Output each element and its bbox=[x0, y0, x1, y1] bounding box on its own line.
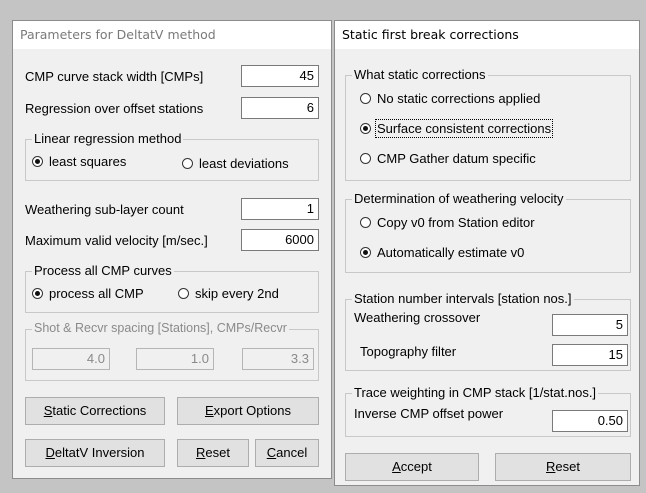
weathering-velocity-group: Determination of weathering velocity Cop… bbox=[345, 191, 631, 273]
radio-selected-icon bbox=[360, 247, 371, 258]
reset-button[interactable]: Reset bbox=[495, 453, 631, 481]
least-deviations-radio[interactable]: least deviations bbox=[182, 155, 289, 173]
deltatv-parameters-dialog: Parameters for DeltatV method CMP curve … bbox=[12, 20, 332, 479]
surface-consistent-label: Surface consistent corrections bbox=[374, 119, 554, 138]
trace-weighting-legend: Trace weighting in CMP stack [1/stat.nos… bbox=[352, 385, 599, 400]
least-squares-label: least squares bbox=[49, 154, 127, 169]
topography-filter-field[interactable]: 15 bbox=[552, 344, 628, 366]
regression-method-group: Linear regression method least squares l… bbox=[25, 131, 319, 181]
cmp-stack-width-field[interactable]: 45 bbox=[241, 65, 319, 87]
no-static-radio[interactable]: No static corrections applied bbox=[360, 90, 540, 108]
process-all-cmp-label: process all CMP bbox=[49, 286, 144, 301]
process-all-cmp-radio[interactable]: process all CMP bbox=[32, 285, 144, 303]
deltatv-inversion-button[interactable]: DeltatV Inversion bbox=[25, 439, 165, 467]
sublayer-count-label: Weathering sub-layer count bbox=[25, 202, 184, 217]
process-curves-group: Process all CMP curves process all CMP s… bbox=[25, 263, 319, 313]
regression-method-legend: Linear regression method bbox=[32, 131, 184, 146]
regression-offset-label: Regression over offset stations bbox=[25, 101, 204, 116]
radio-empty-icon bbox=[360, 217, 371, 228]
max-velocity-field[interactable]: 6000 bbox=[241, 229, 319, 251]
inverse-offset-power-label: Inverse CMP offset power bbox=[354, 406, 504, 421]
radio-empty-icon bbox=[360, 93, 371, 104]
process-curves-legend: Process all CMP curves bbox=[32, 263, 174, 278]
cmps-per-recvr-field: 3.3 bbox=[242, 348, 314, 370]
weathering-velocity-legend: Determination of weathering velocity bbox=[352, 191, 566, 206]
sublayer-count-field[interactable]: 1 bbox=[241, 198, 319, 220]
cmp-datum-radio[interactable]: CMP Gather datum specific bbox=[360, 150, 536, 168]
cmp-datum-label: CMP Gather datum specific bbox=[377, 151, 536, 166]
no-static-label: No static corrections applied bbox=[377, 91, 541, 106]
auto-estimate-v0-radio[interactable]: Automatically estimate v0 bbox=[360, 244, 524, 262]
spacing-legend: Shot & Recvr spacing [Stations], CMPs/Re… bbox=[32, 321, 289, 335]
static-corrections-dialog: Static first break corrections What stat… bbox=[334, 20, 640, 486]
what-static-group: What static corrections No static correc… bbox=[345, 67, 631, 181]
station-intervals-legend: Station number intervals [station nos.] bbox=[352, 291, 574, 306]
cmp-stack-width-label: CMP curve stack width [CMPs] bbox=[25, 69, 204, 84]
shot-spacing-field: 4.0 bbox=[32, 348, 110, 370]
max-velocity-label: Maximum valid velocity [m/sec.] bbox=[25, 233, 208, 248]
station-intervals-group: Station number intervals [station nos.] … bbox=[345, 291, 631, 371]
dialog-title: Parameters for DeltatV method bbox=[13, 21, 331, 49]
what-static-legend: What static corrections bbox=[352, 67, 488, 82]
radio-selected-icon bbox=[32, 288, 43, 299]
skip-every-2nd-radio[interactable]: skip every 2nd bbox=[178, 285, 279, 303]
accept-button[interactable]: Accept bbox=[345, 453, 479, 481]
least-squares-radio[interactable]: least squares bbox=[32, 153, 126, 171]
radio-selected-icon bbox=[32, 156, 43, 167]
least-deviations-label: least deviations bbox=[199, 156, 289, 171]
surface-consistent-radio[interactable]: Surface consistent corrections bbox=[360, 119, 554, 138]
auto-estimate-v0-label: Automatically estimate v0 bbox=[377, 245, 525, 260]
dialog-title: Static first break corrections bbox=[335, 21, 639, 49]
inverse-offset-power-field[interactable]: 0.50 bbox=[552, 410, 628, 432]
radio-selected-icon bbox=[360, 123, 371, 134]
spacing-group: Shot & Recvr spacing [Stations], CMPs/Re… bbox=[25, 321, 319, 381]
reset-button[interactable]: Reset bbox=[177, 439, 249, 467]
recvr-spacing-field: 1.0 bbox=[136, 348, 214, 370]
radio-empty-icon bbox=[182, 158, 193, 169]
regression-offset-field[interactable]: 6 bbox=[241, 97, 319, 119]
cancel-button[interactable]: Cancel bbox=[255, 439, 319, 467]
radio-empty-icon bbox=[360, 153, 371, 164]
copy-v0-radio[interactable]: Copy v0 from Station editor bbox=[360, 214, 535, 232]
radio-empty-icon bbox=[178, 288, 189, 299]
weathering-crossover-label: Weathering crossover bbox=[354, 310, 481, 325]
copy-v0-label: Copy v0 from Station editor bbox=[377, 215, 535, 230]
topography-filter-label: Topography filter bbox=[360, 344, 457, 359]
export-options-button[interactable]: Export Options bbox=[177, 397, 319, 425]
trace-weighting-group: Trace weighting in CMP stack [1/stat.nos… bbox=[345, 385, 631, 437]
skip-every-2nd-label: skip every 2nd bbox=[195, 286, 279, 301]
static-corrections-button[interactable]: Static Corrections bbox=[25, 397, 165, 425]
weathering-crossover-field[interactable]: 5 bbox=[552, 314, 628, 336]
